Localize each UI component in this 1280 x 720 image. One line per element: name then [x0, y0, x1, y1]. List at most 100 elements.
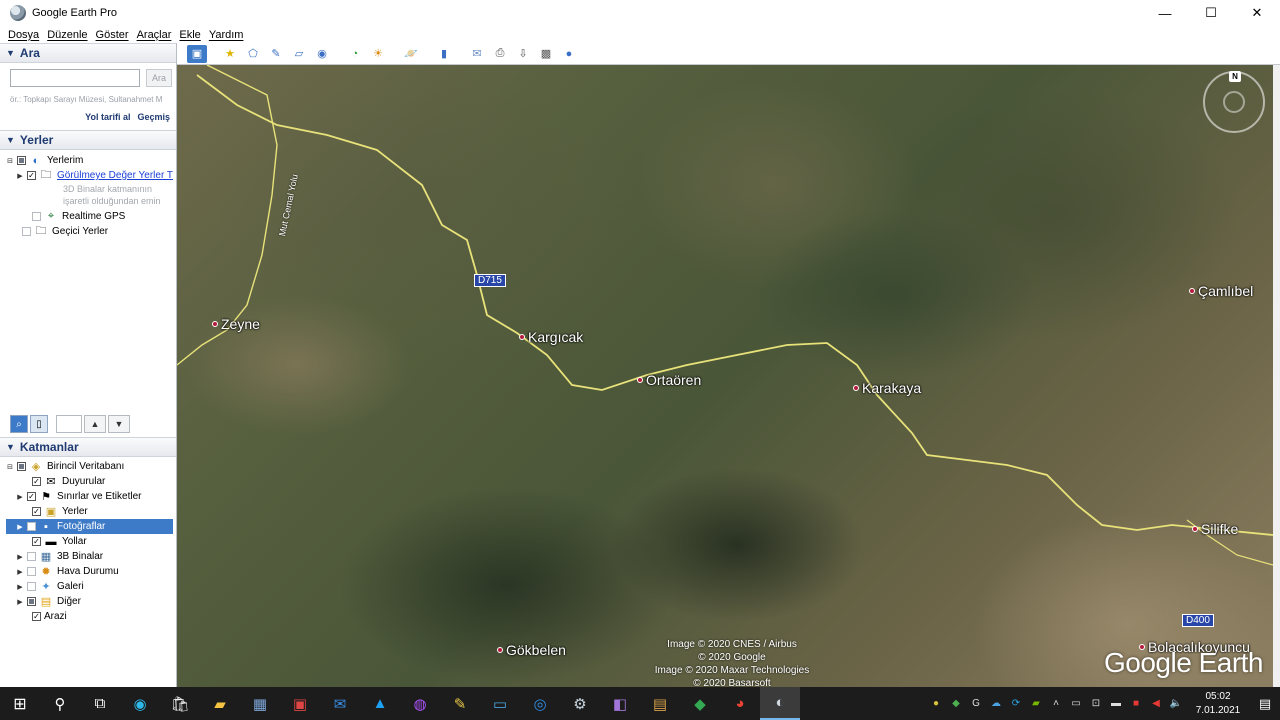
- notes-icon[interactable]: ✎: [440, 687, 480, 720]
- checkbox[interactable]: ✓: [32, 477, 41, 486]
- layer-row-terrain[interactable]: ✓ Arazi: [29, 609, 67, 624]
- tray-sound-muted-icon[interactable]: ◀: [1146, 687, 1166, 720]
- look-joystick[interactable]: [1223, 91, 1245, 113]
- place-label[interactable]: Çamlıbel: [1189, 283, 1253, 299]
- layer-row-photos[interactable]: ▶ ▪ Fotoğraflar: [6, 519, 173, 534]
- toggle-panel-button[interactable]: ▯: [30, 415, 48, 433]
- menu-tools[interactable]: Araçlar: [137, 29, 172, 41]
- expand-arrow-icon[interactable]: ▶: [16, 523, 24, 531]
- ruler-icon[interactable]: ▮: [434, 45, 454, 63]
- move-up-button[interactable]: ▲: [84, 415, 106, 433]
- tree-label[interactable]: Görülmeye Değer Yerler T: [57, 170, 173, 181]
- checkbox[interactable]: ✓: [27, 171, 36, 180]
- sync-icon[interactable]: ◎: [520, 687, 560, 720]
- tray-app-icon[interactable]: ●: [926, 687, 946, 720]
- tray-link-icon[interactable]: ⟳: [1006, 687, 1026, 720]
- menu-add[interactable]: Ekle: [179, 29, 200, 41]
- tray-shield-icon[interactable]: ◆: [946, 687, 966, 720]
- layer-row-weather[interactable]: ▶ ✹ Hava Durumu: [16, 564, 118, 579]
- directions-link[interactable]: Yol tarifi al: [85, 112, 130, 122]
- place-label[interactable]: Silifke: [1192, 521, 1238, 537]
- expand-arrow-icon[interactable]: ▶: [16, 172, 24, 180]
- tray-monitor-icon[interactable]: ▭: [1066, 687, 1086, 720]
- expand-arrow-icon[interactable]: ▶: [16, 568, 24, 576]
- tray-cloud-icon[interactable]: ☁: [986, 687, 1006, 720]
- menu-help[interactable]: Yardım: [209, 29, 244, 41]
- close-button[interactable]: ✕: [1234, 0, 1280, 26]
- movie-maker-icon[interactable]: ▩: [536, 45, 556, 63]
- earth-view-icon[interactable]: ●: [559, 45, 579, 63]
- notification-center-icon[interactable]: ▤: [1250, 687, 1280, 720]
- taskbar-clock[interactable]: 05:02 7.01.2021: [1186, 690, 1250, 718]
- archive-icon[interactable]: ▤: [640, 687, 680, 720]
- expand-arrow-icon[interactable]: ▶: [16, 553, 24, 561]
- visual-studio-icon[interactable]: ◧: [600, 687, 640, 720]
- checkbox[interactable]: ✓: [32, 507, 41, 516]
- checkbox[interactable]: [27, 582, 36, 591]
- add-path-icon[interactable]: ✎: [266, 45, 286, 63]
- search-input[interactable]: [10, 69, 140, 87]
- tree-row-temporary[interactable]: 🗀 Geçici Yerler: [19, 224, 108, 239]
- messenger-icon[interactable]: ◍: [400, 687, 440, 720]
- tray-red-app-icon[interactable]: ■: [1126, 687, 1146, 720]
- places-panel-header[interactable]: ▼ Yerler: [0, 130, 176, 150]
- menu-view[interactable]: Göster: [96, 29, 129, 41]
- layer-row-places[interactable]: ✓ ▣ Yerler: [29, 504, 88, 519]
- gift-icon[interactable]: ▣: [280, 687, 320, 720]
- add-overlay-icon[interactable]: ▱: [289, 45, 309, 63]
- search-panel-header[interactable]: ▼ Ara: [0, 43, 176, 63]
- start-windows-icon[interactable]: ⊞: [0, 687, 40, 720]
- expand-arrow-icon[interactable]: ▶: [16, 598, 24, 606]
- task-view-icon[interactable]: ⧉: [80, 687, 120, 720]
- checkbox[interactable]: [27, 522, 36, 531]
- checkbox[interactable]: [17, 156, 26, 165]
- twitter-icon[interactable]: ▲: [360, 687, 400, 720]
- tray-g-icon[interactable]: G: [966, 687, 986, 720]
- add-placemark-icon[interactable]: ★: [220, 45, 240, 63]
- menu-file[interactable]: Dosya: [8, 29, 39, 41]
- menu-edit[interactable]: Düzenle: [47, 29, 87, 41]
- maps-icon[interactable]: ◆: [680, 687, 720, 720]
- layer-row-other[interactable]: ▶ ▤ Diğer: [16, 594, 81, 609]
- file-explorer-icon[interactable]: ▰: [200, 687, 240, 720]
- move-down-button[interactable]: ▼: [108, 415, 130, 433]
- store-icon[interactable]: 🛍: [160, 687, 200, 720]
- add-polygon-icon[interactable]: ⬠: [243, 45, 263, 63]
- mail-icon[interactable]: ✉: [320, 687, 360, 720]
- checkbox[interactable]: [17, 462, 26, 471]
- tray-network-icon[interactable]: ⊡: [1086, 687, 1106, 720]
- minimize-button[interactable]: —: [1142, 0, 1188, 26]
- steam-icon[interactable]: ⚙: [560, 687, 600, 720]
- layer-row-roads[interactable]: ✓ ▬ Yollar: [29, 534, 87, 549]
- layer-row-announcements[interactable]: ✓ ✉ Duyurular: [29, 474, 105, 489]
- navigation-compass[interactable]: N: [1203, 71, 1265, 133]
- remote-desktop-icon[interactable]: ▭: [480, 687, 520, 720]
- search-button[interactable]: Ara: [146, 69, 172, 87]
- expand-arrow-icon[interactable]: ▶: [16, 583, 24, 591]
- checkbox[interactable]: [32, 212, 41, 221]
- place-label[interactable]: Kargıcak: [519, 329, 583, 345]
- print-icon[interactable]: ⎙: [490, 45, 510, 63]
- chrome-icon[interactable]: ◕: [720, 687, 760, 720]
- maximize-button[interactable]: ☐: [1188, 0, 1234, 26]
- checkbox[interactable]: [27, 567, 36, 576]
- edge-browser-icon[interactable]: ◉: [120, 687, 160, 720]
- checkbox[interactable]: [27, 552, 36, 561]
- tray-battery-icon[interactable]: ▬: [1106, 687, 1126, 720]
- place-label[interactable]: Karakaya: [853, 380, 921, 396]
- checkbox[interactable]: [27, 597, 36, 606]
- planets-icon[interactable]: 🪐: [401, 45, 421, 63]
- expand-minus-icon[interactable]: ⊟: [6, 463, 14, 471]
- history-link[interactable]: Geçmiş: [137, 112, 170, 122]
- place-label[interactable]: Gökbelen: [497, 642, 566, 658]
- record-tour-icon[interactable]: ◉: [312, 45, 332, 63]
- layer-row-primary-db[interactable]: ⊟ ◈ Birincil Veritabanı: [6, 459, 124, 474]
- tray-volume-icon[interactable]: 🔈: [1166, 687, 1186, 720]
- expand-arrow-icon[interactable]: ▶: [16, 493, 24, 501]
- tray-chevron-up-icon[interactable]: ˄: [1046, 687, 1066, 720]
- save-image-icon[interactable]: ⇩: [513, 45, 533, 63]
- search-icon[interactable]: ⚲: [40, 687, 80, 720]
- search-places-button[interactable]: ⌕: [10, 415, 28, 433]
- layer-row-gallery[interactable]: ▶ ✦ Galeri: [16, 579, 83, 594]
- sidebar-toggle-icon[interactable]: ▣: [187, 44, 207, 63]
